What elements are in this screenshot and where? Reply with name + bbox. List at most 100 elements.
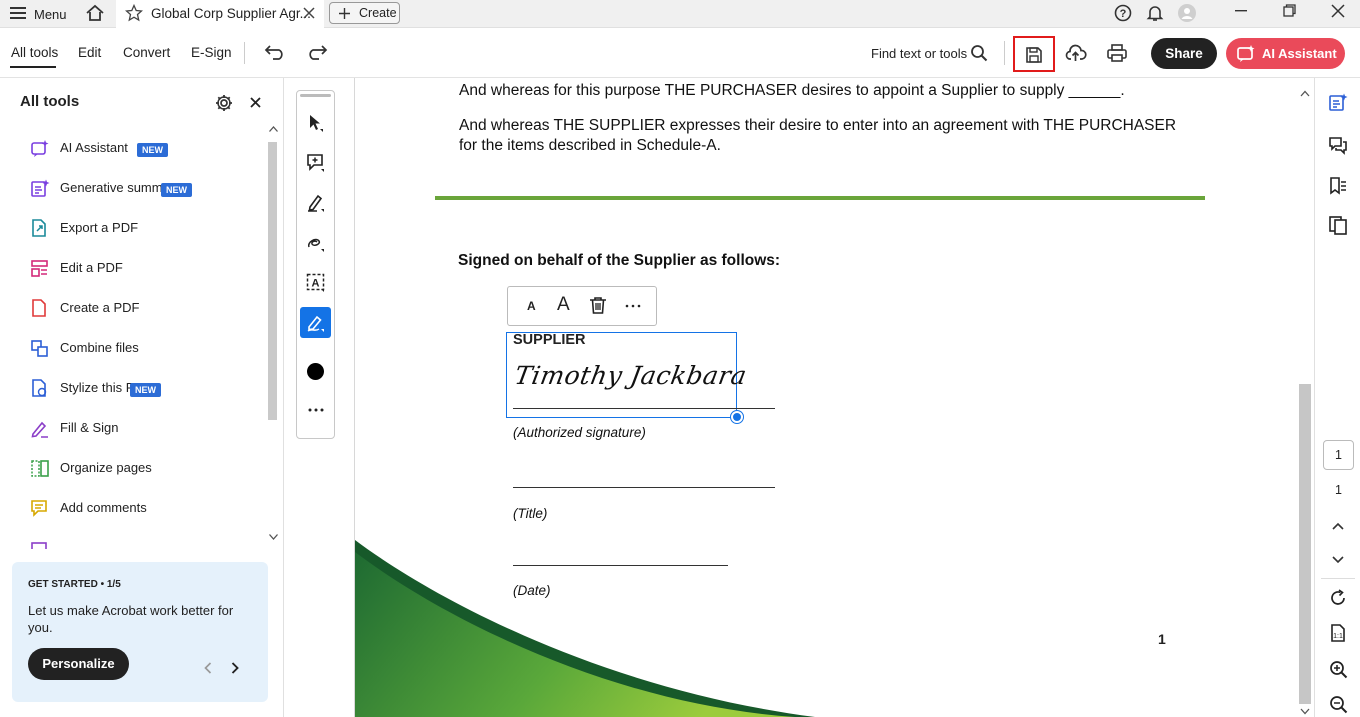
sign-tool-button-active[interactable] <box>300 307 331 338</box>
signature-pen-icon <box>307 315 324 332</box>
tool-item-export-pdf[interactable]: Export a PDF <box>30 217 260 241</box>
draw-freehand-icon[interactable] <box>306 233 326 253</box>
scroll-up-arrow-icon[interactable] <box>1300 90 1310 97</box>
delete-trash-icon[interactable] <box>589 296 607 315</box>
scroll-down-arrow-icon[interactable] <box>269 534 278 540</box>
search-icon[interactable] <box>970 44 988 62</box>
print-icon[interactable] <box>1107 44 1127 62</box>
stylize-pdf-icon <box>32 379 47 397</box>
zoom-out-icon[interactable] <box>1329 695 1348 714</box>
personalize-button[interactable]: Personalize <box>28 648 129 680</box>
previous-page-icon[interactable] <box>1332 522 1344 530</box>
restore-window-icon[interactable] <box>1283 4 1296 17</box>
hamburger-menu-icon[interactable] <box>10 6 26 20</box>
document-scroll-thumb[interactable] <box>1299 384 1311 704</box>
generative-ai-icon[interactable] <box>1328 93 1348 113</box>
panel-scroll-thumb[interactable] <box>268 142 277 420</box>
increase-size-icon[interactable]: A <box>557 294 570 316</box>
document-scrollbar[interactable] <box>1296 78 1314 717</box>
close-tab-icon[interactable] <box>303 7 315 19</box>
close-window-icon[interactable] <box>1331 4 1345 18</box>
scroll-up-arrow-icon[interactable] <box>269 126 278 132</box>
more-options-icon[interactable] <box>306 407 326 413</box>
export-pdf-icon <box>32 219 46 237</box>
title-line <box>513 487 775 488</box>
tab-e-sign[interactable]: E-Sign <box>191 45 232 60</box>
page-number-input[interactable]: 1 <box>1323 440 1354 470</box>
ai-assistant-button[interactable]: AI Assistant <box>1226 38 1345 69</box>
signature-context-toolbar: A A <box>507 286 657 326</box>
resize-handle[interactable] <box>731 411 743 423</box>
menu-label[interactable]: Menu <box>34 7 67 22</box>
tool-item-stylize-pdf[interactable]: Stylize this PDF NEW <box>30 377 260 401</box>
home-icon[interactable] <box>85 3 105 23</box>
create-button[interactable]: Create <box>329 2 400 24</box>
select-pointer-icon[interactable] <box>306 113 326 133</box>
svg-text:1:1: 1:1 <box>1333 633 1343 640</box>
color-picker-black[interactable] <box>307 363 324 380</box>
ai-assistant-icon <box>31 140 49 157</box>
rotate-icon[interactable] <box>1329 589 1347 607</box>
tool-label: Edit a PDF <box>60 260 123 275</box>
save-button-highlight[interactable] <box>1013 36 1055 72</box>
undo-icon[interactable] <box>264 44 286 60</box>
tool-item-create-pdf[interactable]: Create a PDF <box>30 297 260 321</box>
drag-handle[interactable] <box>300 94 331 97</box>
find-text-or-tools[interactable]: Find text or tools <box>871 46 967 61</box>
close-panel-icon[interactable] <box>250 97 261 108</box>
document-tab[interactable]: Global Corp Supplier Agr... <box>116 0 324 28</box>
combine-files-icon <box>31 340 48 357</box>
tool-item-fill-sign[interactable]: Fill & Sign <box>30 417 260 441</box>
help-icon[interactable]: ? <box>1114 4 1132 22</box>
share-button[interactable]: Share <box>1151 38 1217 69</box>
bookmarks-icon[interactable] <box>1328 176 1348 196</box>
edit-pdf-icon <box>31 260 48 277</box>
tab-edit[interactable]: Edit <box>78 45 101 60</box>
scroll-down-arrow-icon[interactable] <box>1300 708 1310 715</box>
active-tab-underline <box>10 66 56 68</box>
comments-icon[interactable] <box>1328 135 1348 155</box>
rail-divider <box>1321 578 1355 579</box>
fill-sign-icon <box>31 421 48 438</box>
next-page-icon[interactable] <box>1332 556 1344 564</box>
tool-item-ai-assistant[interactable]: AI Assistant NEW <box>30 137 260 161</box>
chevron-right-icon[interactable] <box>231 662 239 674</box>
tab-convert[interactable]: Convert <box>123 45 170 60</box>
cloud-upload-icon[interactable] <box>1065 43 1087 63</box>
decrease-size-icon[interactable]: A <box>527 299 536 313</box>
page-thumbnails-icon[interactable] <box>1328 215 1348 235</box>
more-options-icon[interactable] <box>625 304 641 308</box>
add-text-box-icon[interactable]: A <box>306 273 326 293</box>
chevron-left-icon[interactable] <box>204 662 212 674</box>
highlight-pen-icon[interactable] <box>306 193 326 213</box>
promo-body: Let us make Acrobat work better for you. <box>28 603 234 635</box>
title-label: (Title) <box>513 506 548 521</box>
tool-item-generative-summary[interactable]: Generative summary NEW <box>30 177 260 201</box>
organize-pages-icon <box>31 460 49 477</box>
redo-icon[interactable] <box>306 44 328 60</box>
settings-gear-icon[interactable] <box>215 94 233 112</box>
paragraph-supplier-line1: And whereas THE SUPPLIER expresses their… <box>459 117 1177 134</box>
new-badge: NEW <box>130 383 161 397</box>
paragraph-purpose: And whereas for this purpose THE PURCHAS… <box>459 82 1125 99</box>
tab-all-tools[interactable]: All tools <box>11 45 58 60</box>
promo-heading: GET STARTED • 1/5 <box>28 579 121 590</box>
tool-item-edit-pdf[interactable]: Edit a PDF <box>30 257 260 281</box>
panel-scrollbar[interactable] <box>266 126 280 546</box>
tool-item-organize-pages[interactable]: Organize pages <box>30 457 260 481</box>
create-label: Create <box>359 6 397 20</box>
tool-label: Export a PDF <box>60 220 139 235</box>
generative-summary-icon <box>31 179 50 197</box>
tab-title: Global Corp Supplier Agr... <box>151 6 311 21</box>
minimize-icon[interactable] <box>1235 10 1247 12</box>
tool-label: Create a PDF <box>60 300 140 315</box>
tool-item-combine-files[interactable]: Combine files <box>30 337 260 361</box>
tool-item-add-comments[interactable]: Add comments <box>30 497 260 521</box>
tool-label: AI Assistant <box>60 140 128 155</box>
profile-avatar-icon[interactable] <box>1178 4 1196 22</box>
notifications-bell-icon[interactable] <box>1146 4 1164 22</box>
star-icon[interactable] <box>125 4 143 22</box>
zoom-in-icon[interactable] <box>1329 660 1348 679</box>
fit-page-icon[interactable]: 1:1 <box>1329 624 1347 642</box>
add-comment-icon[interactable] <box>306 153 326 173</box>
